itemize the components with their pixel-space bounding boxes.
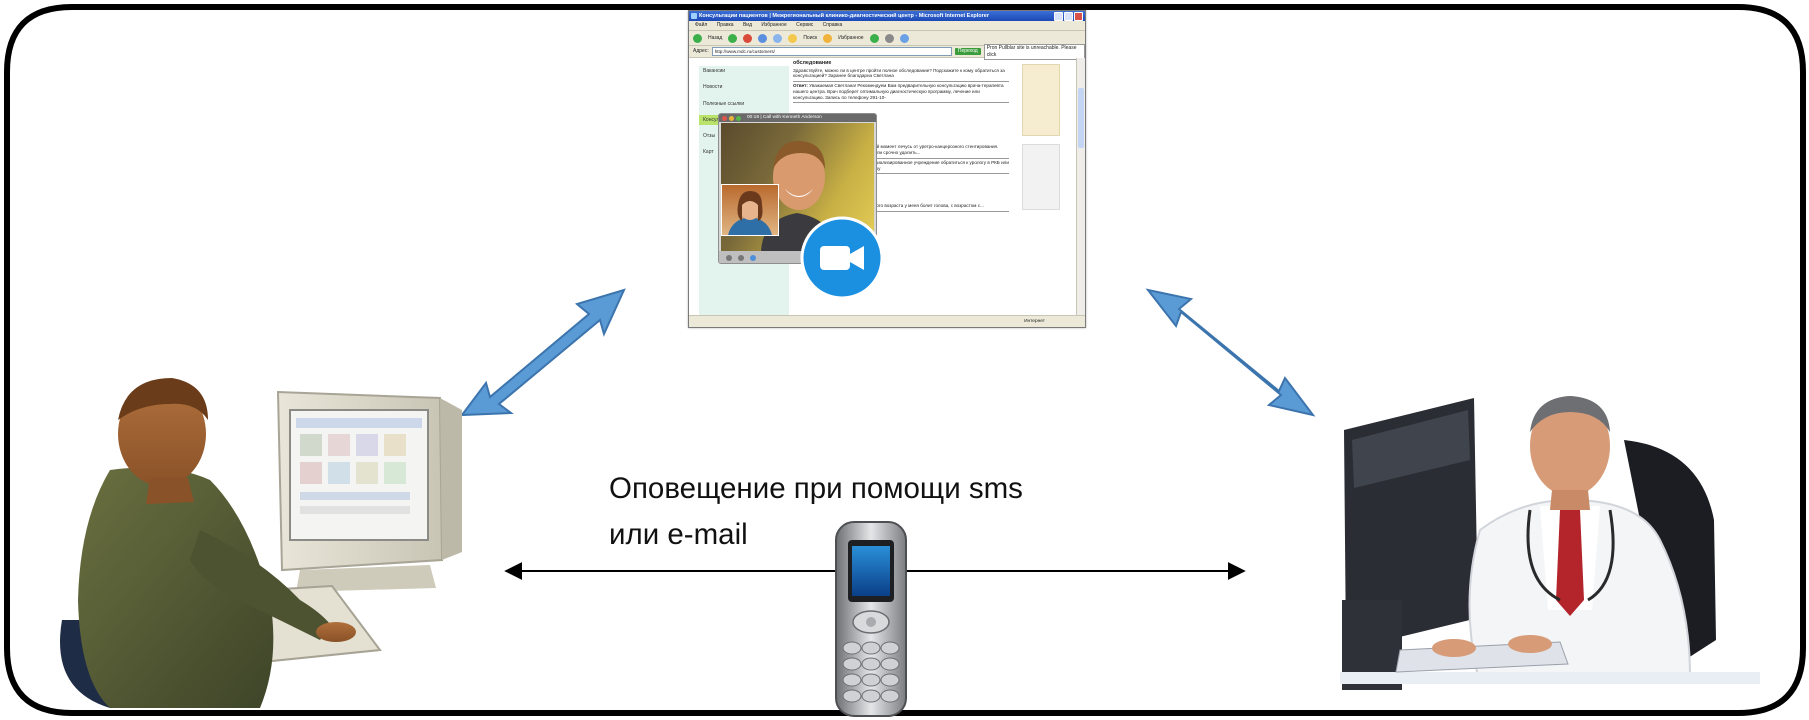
minimize-icon[interactable]	[1054, 12, 1063, 21]
banner-certificate	[1022, 64, 1060, 136]
home-icon[interactable]	[773, 33, 783, 43]
call-title-bar: 00:18 | Call with Kenneth Anderson	[719, 114, 876, 122]
call-minimize-icon[interactable]	[729, 115, 734, 121]
search-icon[interactable]	[788, 33, 798, 43]
stop-icon[interactable]	[743, 33, 753, 43]
browser-title: Консультации пациентов | Межрегиональный…	[699, 13, 989, 19]
patient-at-computer	[60, 378, 462, 708]
scrollbar-thumb[interactable]	[1078, 88, 1084, 148]
answer-block: Ответ: Уважаемая Светлана! Рекомендуем В…	[793, 83, 1009, 104]
search-label[interactable]: Поиск	[803, 35, 817, 41]
menu-help[interactable]: Справка	[823, 22, 843, 28]
menu-file[interactable]: Файл	[695, 22, 707, 28]
arrow-right-double	[1145, 288, 1316, 417]
browser-title-bar: Консультации пациентов | Межрегиональный…	[689, 11, 1085, 21]
favorites-label[interactable]: Избранное	[838, 35, 863, 41]
mail-icon[interactable]	[884, 33, 894, 43]
maximize-icon[interactable]	[1064, 12, 1073, 21]
share-icon[interactable]	[750, 255, 756, 261]
call-title: 00:18 | Call with Kenneth Anderson	[747, 115, 822, 120]
banner-document	[1022, 144, 1060, 210]
menu-view[interactable]: Вид	[743, 22, 752, 28]
favorites-icon[interactable]	[823, 33, 833, 43]
answer-text: Уважаемая Светлана! Рекомендуем Вам пред…	[793, 83, 1004, 100]
doctor-at-computer	[1340, 396, 1760, 690]
call-close-icon[interactable]	[722, 115, 727, 121]
sidebar-item-links[interactable]: Полезные ссылки	[699, 99, 789, 109]
caption-line-1: Оповещение при помощи sms	[609, 472, 1023, 505]
caption-line-2: или e-mail	[609, 518, 748, 551]
call-zoom-icon[interactable]	[736, 115, 741, 121]
doctor-tie	[1556, 510, 1584, 616]
call-window-controls	[722, 115, 741, 121]
self-view-figure	[728, 191, 772, 235]
back-icon[interactable]	[693, 33, 702, 43]
menu-tools[interactable]: Сервис	[796, 22, 813, 28]
mute-icon[interactable]	[726, 255, 732, 261]
menu-favorites[interactable]: Избранное	[761, 22, 786, 28]
browser-scrollbar[interactable]	[1076, 58, 1085, 315]
crt-monitor	[276, 390, 462, 592]
answer-label: Ответ:	[793, 83, 808, 89]
close-icon[interactable]	[1074, 12, 1083, 21]
notification-caption: Оповещение при помощи sms или e-mail	[609, 466, 1023, 558]
question-title: обследование	[793, 60, 832, 66]
forward-icon[interactable]	[728, 33, 738, 43]
video-toggle-icon[interactable]	[738, 255, 744, 261]
ie-icon	[691, 13, 697, 19]
refresh-icon[interactable]	[758, 33, 768, 43]
status-zone: Интернет	[1024, 319, 1045, 324]
sidebar-item-vacancies[interactable]: Вакансии	[699, 66, 789, 76]
self-view-video	[721, 184, 779, 236]
menu-edit[interactable]: Правка	[717, 22, 734, 28]
history-icon[interactable]	[869, 33, 879, 43]
address-field[interactable]: http://www.mdc.ru/customers/	[711, 47, 952, 56]
sidebar-item-news[interactable]: Новости	[699, 82, 789, 92]
window-controls	[1054, 12, 1083, 21]
video-camera-icon	[800, 216, 884, 300]
go-button[interactable]: Переход	[954, 48, 981, 55]
arrow-left-double	[459, 288, 626, 417]
print-icon[interactable]	[899, 33, 909, 43]
browser-status-bar: Интернет	[689, 315, 1085, 327]
question-text: Здравствуйте, можно ли в центре пройти п…	[793, 68, 1009, 83]
address-label: Адрес:	[693, 48, 709, 55]
browser-menu: Файл Правка Вид Избранное Сервис Справка	[689, 21, 1085, 31]
address-bar: Адрес: http://www.mdc.ru/customers/ Пере…	[689, 43, 1085, 60]
back-label[interactable]: Назад	[708, 35, 722, 41]
site-right-column	[1015, 58, 1067, 315]
